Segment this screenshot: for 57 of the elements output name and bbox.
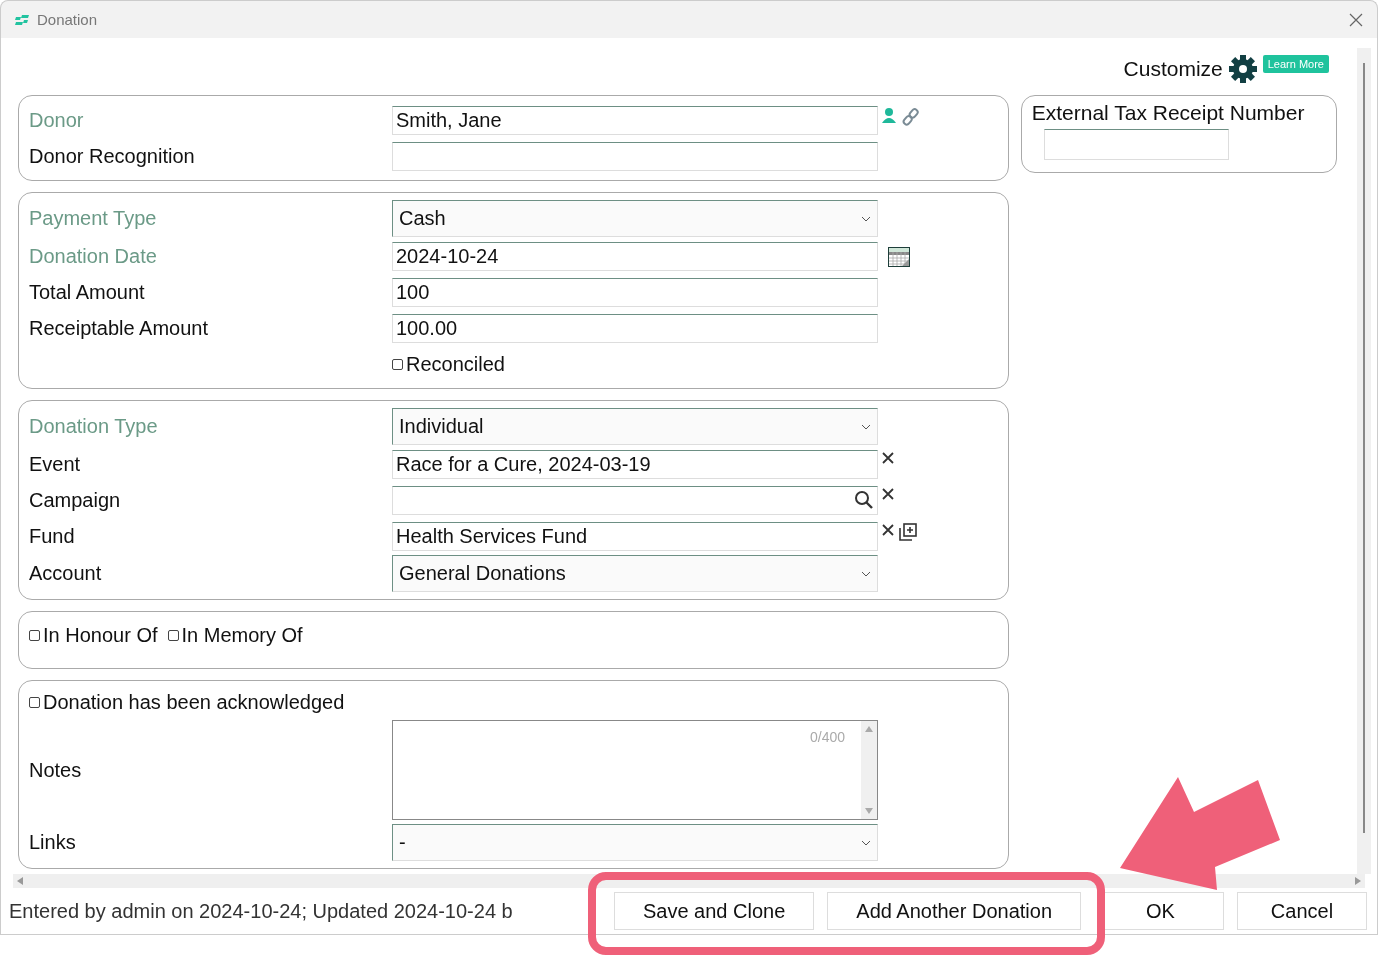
field-label: Links xyxy=(29,831,77,854)
field-label: Donation Type xyxy=(29,415,159,438)
add-copy-icon[interactable] xyxy=(899,523,917,541)
field-label: External Tax Receipt Number xyxy=(1031,101,1306,125)
text-field[interactable]: 2024-10-24 xyxy=(392,241,878,271)
dropdown[interactable]: Cash xyxy=(392,200,878,237)
app-logo-icon xyxy=(15,13,29,26)
field-label: Fund xyxy=(29,524,76,548)
action-button[interactable]: Cancel xyxy=(1237,892,1367,930)
checkbox[interactable] xyxy=(167,629,179,641)
clear-icon[interactable] xyxy=(881,523,895,537)
dropdown[interactable]: General Donations xyxy=(392,555,878,592)
field-label: Donor Recognition xyxy=(29,144,196,168)
customize-label: Customize xyxy=(1123,57,1223,81)
dropdown[interactable]: Individual xyxy=(392,408,878,445)
action-button[interactable]: Save and Clone xyxy=(613,892,815,930)
character-counter: 0/400 xyxy=(809,729,845,745)
settings-icon[interactable] xyxy=(1227,54,1258,84)
calendar-icon[interactable] xyxy=(888,247,910,267)
checkbox-label[interactable]: In Memory Of xyxy=(181,623,303,647)
field-label: Account xyxy=(29,562,103,585)
window-title: Donation xyxy=(37,11,99,28)
text-field[interactable]: Health Services Fund xyxy=(392,521,878,551)
field-label: Event xyxy=(29,452,82,476)
checkbox[interactable] xyxy=(29,629,40,641)
link-icon[interactable] xyxy=(901,107,921,127)
field-label: Donation Date xyxy=(29,244,158,268)
status-text: Entered by admin on 2024-10-24; Updated 2024-10-24 b xyxy=(9,899,513,923)
field-label: Donor xyxy=(29,108,85,132)
checkbox-label[interactable]: Reconciled xyxy=(406,352,505,376)
text-field[interactable] xyxy=(1043,129,1229,160)
clear-icon[interactable] xyxy=(881,451,895,465)
checkbox-label[interactable]: Donation has been acknowledged xyxy=(43,690,345,714)
checkbox[interactable] xyxy=(29,696,40,708)
text-field[interactable]: Smith, Jane xyxy=(392,105,878,135)
checkbox[interactable] xyxy=(392,358,403,370)
chevron-down-icon xyxy=(861,839,871,846)
close-icon[interactable] xyxy=(1349,12,1363,27)
field-label: Campaign xyxy=(29,488,122,512)
field-label: Total Amount xyxy=(29,280,146,304)
clear-icon[interactable] xyxy=(881,487,895,501)
action-button[interactable]: Add Another Donation xyxy=(827,892,1081,930)
chevron-down-icon xyxy=(861,570,871,577)
field-label: Payment Type xyxy=(29,207,158,230)
dropdown[interactable]: - xyxy=(392,824,878,861)
field-label: Receiptable Amount xyxy=(29,316,209,340)
checkbox-label[interactable]: In Honour Of xyxy=(43,623,158,647)
text-field[interactable]: Race for a Cure, 2024-03-19 xyxy=(392,449,878,479)
text-field[interactable]: 100 xyxy=(392,277,878,307)
vertical-scrollbar[interactable] xyxy=(1357,48,1371,874)
field-label: Notes xyxy=(29,758,83,782)
text-field[interactable] xyxy=(392,141,878,171)
text-field[interactable]: 100.00 xyxy=(392,313,878,343)
search-icon[interactable] xyxy=(854,490,874,510)
search-field[interactable] xyxy=(392,485,878,515)
chevron-down-icon xyxy=(861,215,871,222)
chevron-down-icon xyxy=(861,423,871,430)
